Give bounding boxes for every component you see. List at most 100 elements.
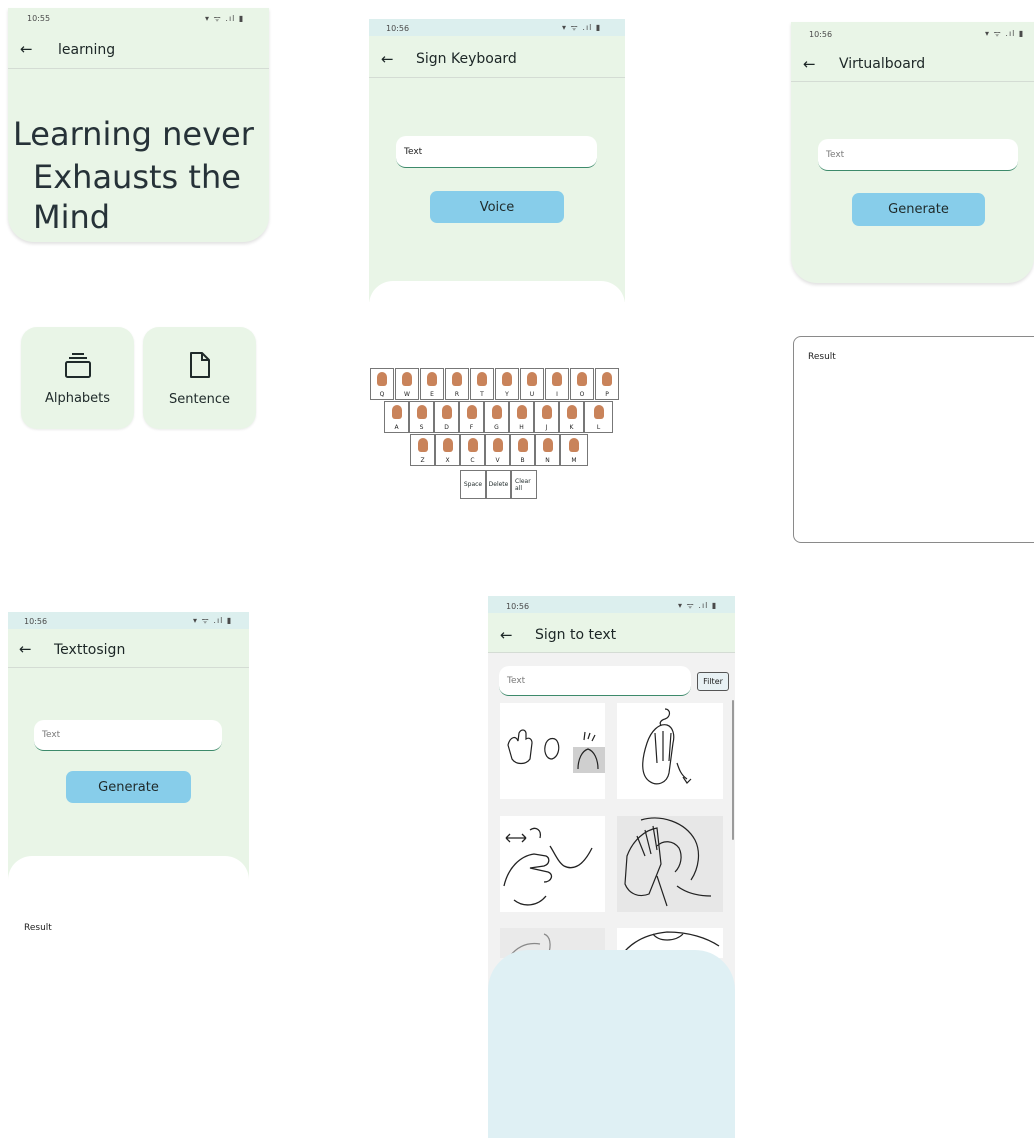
key-w[interactable]: W [395, 368, 419, 400]
sign-image-tile[interactable] [617, 816, 723, 912]
result-label: Result [24, 923, 52, 933]
filter-button[interactable]: Filter [697, 672, 729, 691]
header-divider [488, 652, 735, 653]
status-time: 10:56 [809, 30, 833, 39]
back-arrow-icon[interactable]: ← [19, 640, 32, 658]
hand-sign-image [503, 827, 593, 906]
hand-sign-icon [427, 372, 437, 386]
hand-sign-icon [569, 438, 579, 452]
key-f[interactable]: F [459, 401, 484, 433]
status-icons: ▾ ᯤ .ıl ▮ [205, 14, 245, 23]
page-title: Sign Keyboard [416, 51, 517, 67]
hand-sign-icon [502, 372, 512, 386]
hand-sign-icon [552, 372, 562, 386]
alphabets-card[interactable]: Alphabets [21, 327, 134, 429]
sentence-card[interactable]: Sentence [143, 327, 256, 429]
page-title: Texttosign [54, 642, 126, 658]
header-divider [791, 81, 1034, 82]
back-arrow-icon[interactable]: ← [20, 40, 33, 58]
back-arrow-icon[interactable]: ← [381, 50, 394, 68]
key-a[interactable]: A [384, 401, 409, 433]
alphabets-label: Alphabets [44, 390, 111, 406]
key-k[interactable]: K [559, 401, 584, 433]
key-u[interactable]: U [520, 368, 544, 400]
scrollbar[interactable] [732, 700, 734, 840]
space-key[interactable]: Space [460, 470, 486, 499]
header-divider [369, 77, 625, 78]
status-time: 10:55 [27, 14, 51, 23]
hand-sign-icon [391, 405, 402, 419]
key-l[interactable]: L [584, 401, 613, 433]
hand-sign-image [624, 817, 712, 907]
key-d[interactable]: D [434, 401, 459, 433]
text-input[interactable]: Text [34, 720, 222, 751]
key-p[interactable]: P [595, 368, 619, 400]
status-time: 10:56 [386, 24, 410, 33]
white-panel [8, 856, 249, 882]
text-input[interactable]: Text [818, 139, 1018, 171]
voice-button[interactable]: Voice [430, 191, 564, 223]
key-s[interactable]: S [409, 401, 434, 433]
hand-sign-icon [593, 405, 604, 419]
key-m[interactable]: M [560, 434, 588, 466]
clear-all-key[interactable]: Clear all [511, 470, 537, 499]
key-z[interactable]: Z [410, 434, 435, 466]
status-icons: ▾ ᯤ .ıl ▮ [678, 601, 718, 610]
hand-sign-icon [566, 405, 577, 419]
key-b[interactable]: B [510, 434, 535, 466]
text-input[interactable]: Text [396, 136, 597, 168]
key-n[interactable]: N [535, 434, 560, 466]
hand-sign-icon [527, 372, 537, 386]
hand-sign-icon [402, 372, 412, 386]
white-panel [369, 281, 625, 305]
back-arrow-icon[interactable]: ← [803, 55, 816, 73]
hand-sign-icon [477, 372, 487, 386]
document-icon [187, 350, 213, 384]
key-e[interactable]: E [420, 368, 444, 400]
back-arrow-icon[interactable]: ← [500, 626, 513, 644]
status-time: 10:56 [506, 602, 530, 611]
key-c[interactable]: C [460, 434, 485, 466]
key-q[interactable]: Q [370, 368, 394, 400]
key-g[interactable]: G [484, 401, 509, 433]
hero-line-3: Mind [33, 198, 111, 236]
generate-button[interactable]: Generate [66, 771, 191, 803]
bottom-sheet-panel [488, 950, 735, 1138]
page-title: Sign to text [535, 627, 617, 643]
key-j[interactable]: J [534, 401, 559, 433]
hand-sign-icon [416, 405, 427, 419]
search-input[interactable]: Text [499, 666, 691, 696]
sign-image-tile[interactable] [617, 703, 723, 799]
generate-button[interactable]: Generate [852, 193, 985, 226]
key-v[interactable]: V [485, 434, 510, 466]
delete-key[interactable]: Delete [486, 470, 511, 499]
hand-sign-image [642, 708, 692, 785]
page-title: Virtualboard [839, 56, 926, 72]
hero-line-1: Learning never [13, 115, 254, 153]
key-y[interactable]: Y [495, 368, 519, 400]
key-i[interactable]: I [545, 368, 569, 400]
key-t[interactable]: T [470, 368, 494, 400]
sentence-label: Sentence [169, 391, 230, 407]
hand-sign-icon [467, 438, 478, 452]
clear-all-line-2: all [515, 484, 523, 492]
hand-sign-icon [466, 405, 477, 419]
status-icons: ▾ ᯤ .ıl ▮ [985, 29, 1025, 38]
key-r[interactable]: R [445, 368, 469, 400]
status-icons: ▾ ᯤ .ıl ▮ [193, 616, 233, 625]
hero-line-2: Exhausts the [33, 158, 241, 196]
hand-sign-icon [442, 438, 453, 452]
key-x[interactable]: X [435, 434, 460, 466]
result-label: Result [808, 352, 836, 362]
hand-sign-icon [602, 372, 612, 386]
result-box [793, 336, 1034, 543]
hand-sign-icon [516, 405, 527, 419]
key-h[interactable]: H [509, 401, 534, 433]
stack-icon [63, 351, 93, 383]
key-o[interactable]: O [570, 368, 594, 400]
sign-image-tile[interactable] [500, 703, 605, 799]
hand-sign-icon [492, 438, 503, 452]
hand-sign-icon [417, 438, 428, 452]
sign-image-tile[interactable] [500, 816, 605, 912]
status-icons: ▾ ᯤ .ıl ▮ [562, 23, 602, 32]
